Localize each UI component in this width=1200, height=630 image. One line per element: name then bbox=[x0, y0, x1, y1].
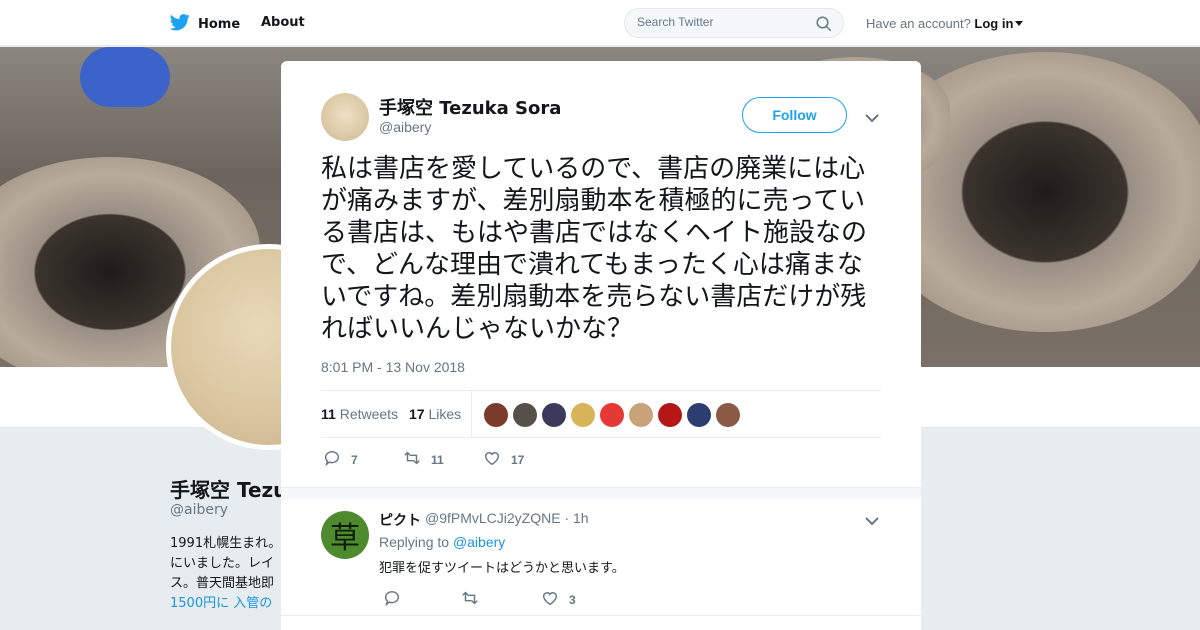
follow-button[interactable]: Follow bbox=[742, 97, 847, 133]
like-count: 17 bbox=[409, 406, 425, 422]
reply-action[interactable]: 7 bbox=[323, 449, 358, 470]
reply-chevron-down-icon[interactable] bbox=[865, 512, 879, 526]
retweet-count: 11 bbox=[321, 406, 336, 422]
liker-avatar[interactable] bbox=[571, 403, 595, 427]
chevron-down-icon[interactable] bbox=[865, 109, 879, 123]
replying-to-link[interactable]: @aibery bbox=[453, 534, 505, 550]
section-separator bbox=[281, 487, 921, 499]
tweet-timestamp[interactable]: 8:01 PM - 13 Nov 2018 bbox=[321, 359, 465, 375]
retweet-action-count: 11 bbox=[431, 452, 444, 467]
reply-icon bbox=[383, 589, 401, 610]
retweet-action[interactable]: 11 bbox=[403, 449, 444, 470]
liker-avatar[interactable] bbox=[513, 403, 537, 427]
liker-avatar[interactable] bbox=[600, 403, 624, 427]
like-action[interactable]: 17 bbox=[483, 449, 524, 470]
reply-icon bbox=[323, 449, 341, 470]
author-name[interactable]: 手塚空 Tezuka Sora bbox=[379, 94, 561, 120]
heart-icon bbox=[483, 449, 501, 470]
reply-actions: 3 bbox=[379, 589, 859, 609]
retweet-icon bbox=[403, 449, 421, 470]
liker-avatar[interactable] bbox=[716, 403, 740, 427]
tweet-stats: 11 Retweets 17 Likes bbox=[321, 390, 881, 438]
liker-avatar[interactable] bbox=[542, 403, 566, 427]
reply-separator bbox=[281, 615, 921, 616]
tweet-actions: 7 11 17 bbox=[321, 449, 881, 471]
reply-author-handle[interactable]: @9fPMvLCJi2yZQNE bbox=[425, 510, 561, 526]
liker-avatars bbox=[484, 403, 740, 427]
close-icon[interactable] bbox=[1153, 12, 1179, 38]
reply-count: 7 bbox=[351, 452, 358, 467]
reply-text: 犯罪を促すツイートはどうかと思います。 bbox=[379, 561, 625, 576]
retweets-stat[interactable]: 11 Retweets bbox=[321, 406, 398, 422]
liker-avatar[interactable] bbox=[658, 403, 682, 427]
liker-avatar[interactable] bbox=[629, 403, 653, 427]
reply-author-handle-line: @9fPMvLCJi2yZQNE · 1h bbox=[425, 510, 589, 526]
author-handle[interactable]: @aibery bbox=[379, 119, 431, 135]
liker-avatar[interactable] bbox=[687, 403, 711, 427]
replying-to: Replying to @aibery bbox=[379, 534, 505, 550]
retweet-label: Retweets bbox=[339, 406, 399, 422]
replying-prefix: Replying to bbox=[379, 534, 450, 550]
like-action-count: 17 bbox=[511, 452, 525, 467]
author-avatar[interactable] bbox=[321, 93, 369, 141]
reply-retweet-action[interactable] bbox=[461, 589, 479, 610]
like-label: Likes bbox=[428, 406, 462, 422]
reply-avatar[interactable]: 草 bbox=[321, 511, 369, 559]
reply-reply-action[interactable] bbox=[383, 589, 401, 610]
tweet-text: 私は書店を愛しているので、書店の廃業には心が痛みますが、差別扇動本を積極的に売っ… bbox=[321, 154, 868, 344]
stats-divider bbox=[471, 391, 472, 438]
heart-icon bbox=[541, 589, 559, 610]
retweet-icon bbox=[461, 589, 479, 610]
reply-time[interactable]: · 1h bbox=[564, 510, 588, 526]
reply-like-action[interactable]: 3 bbox=[541, 589, 576, 610]
likes-stat[interactable]: 17 Likes bbox=[409, 406, 461, 422]
tweet-modal: 手塚空 Tezuka Sora @aibery Follow 私は書店を愛してい… bbox=[281, 61, 921, 630]
reply-author-name[interactable]: ピクト bbox=[379, 510, 421, 530]
reply-like-count: 3 bbox=[569, 592, 576, 607]
reply-avatar-char: 草 bbox=[330, 521, 360, 556]
liker-avatar[interactable] bbox=[484, 403, 508, 427]
